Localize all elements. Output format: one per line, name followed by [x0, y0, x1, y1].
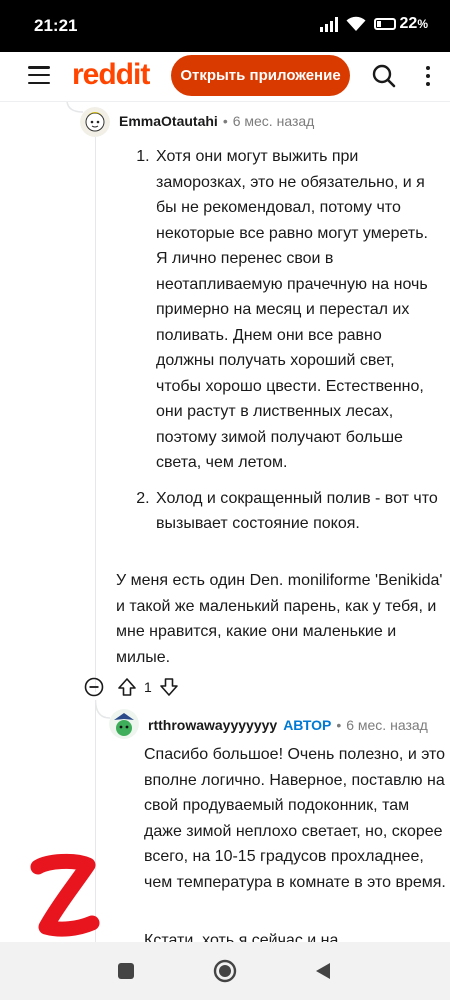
status-bar: 21:21 22%	[0, 0, 450, 52]
comment-time: 6 мес. назад	[346, 717, 428, 733]
comment-header: EmmaOtautahi • 6 мес. назад	[119, 113, 314, 129]
battery-indicator: 22%	[373, 15, 428, 33]
home-icon[interactable]	[213, 959, 237, 983]
thread-connector	[95, 700, 111, 719]
comment-author[interactable]: EmmaOtautahi	[119, 113, 218, 129]
upvote-icon[interactable]	[116, 676, 138, 698]
status-time: 21:21	[34, 16, 78, 35]
reddit-logo[interactable]: reddit	[72, 58, 150, 92]
back-icon[interactable]	[314, 962, 332, 980]
battery-level: 22%	[399, 15, 428, 32]
search-icon[interactable]	[372, 64, 396, 88]
comment-text: У меня есть один Den. moniliforme 'Benik…	[116, 572, 443, 666]
open-app-button[interactable]: Открыть приложение	[171, 55, 350, 96]
separator-dot: •	[336, 717, 342, 733]
z-watermark	[30, 853, 100, 937]
comment-header: rtthrowawayyyyyyy АВТОР • 6 мес. назад	[148, 717, 428, 733]
system-nav-bar	[0, 942, 450, 1000]
comment-text: Спасибо большое! Очень полезно, и это вп…	[144, 746, 446, 891]
comments-area: EmmaOtautahi • 6 мес. назад Хотя они мог…	[0, 102, 450, 942]
downvote-icon[interactable]	[158, 676, 180, 698]
recents-icon[interactable]	[118, 963, 134, 979]
comment-actions: 1	[84, 676, 180, 698]
thread-line	[95, 132, 96, 692]
list-item: Хотя они могут выжить при заморозках, эт…	[154, 144, 442, 476]
more-options-icon[interactable]	[425, 66, 431, 86]
separator-dot: •	[222, 113, 228, 129]
app-header: reddit Открыть приложение	[0, 52, 450, 102]
signal-icon	[319, 16, 338, 32]
screen: 21:21 22% reddit Открыть приложение Emma…	[0, 0, 450, 1000]
comment-text: Кстати, хоть я сейчас и на	[144, 932, 339, 942]
comment-author[interactable]: rtthrowawayyyyyyy	[148, 717, 277, 733]
collapse-icon[interactable]	[84, 677, 104, 697]
status-icons: 22%	[319, 15, 428, 33]
op-badge: АВТОР	[283, 717, 332, 733]
wifi-icon	[346, 16, 366, 31]
menu-icon[interactable]	[28, 66, 50, 84]
avatar[interactable]	[109, 709, 139, 739]
vote-score: 1	[144, 679, 152, 695]
battery-icon	[373, 18, 396, 30]
comment-time: 6 мес. назад	[232, 113, 315, 129]
avatar[interactable]	[80, 107, 110, 137]
list-item: Холод и сокращенный полив - вот что вызы…	[154, 486, 442, 537]
comment-list: Хотя они могут выжить при заморозках, эт…	[136, 144, 442, 547]
